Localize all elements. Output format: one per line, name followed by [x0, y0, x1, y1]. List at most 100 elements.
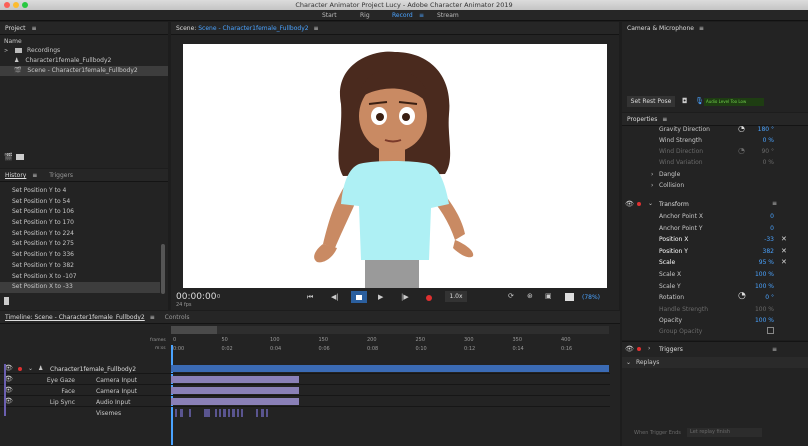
transform-menu-icon[interactable]: ≡	[772, 200, 777, 207]
history-item[interactable]: Set Position X to -107	[0, 272, 160, 283]
history-item[interactable]: Set Position Y to 54	[0, 197, 160, 208]
step-forward-button[interactable]: |▶	[401, 293, 409, 301]
collision-expand-icon[interactable]: ›	[651, 182, 653, 189]
minimize-window-button[interactable]	[13, 2, 19, 8]
zoom-level[interactable]: (78%)	[582, 294, 600, 301]
scale-y-value[interactable]: 100 %	[724, 283, 774, 290]
properties-menu-icon[interactable]: ≡	[662, 116, 667, 123]
timeline-zoom-bar[interactable]	[171, 326, 609, 334]
history-menu-icon[interactable]: ≡	[32, 172, 37, 179]
tab-controls[interactable]: Controls	[165, 314, 190, 321]
timeline-ruler[interactable]: 0 50 100 150 200 250 300 350 400 0:00 0:02 0:04 0:06…	[171, 336, 609, 354]
mode-stream[interactable]: Stream	[437, 10, 459, 21]
record-button[interactable]	[426, 295, 432, 301]
replays-header[interactable]: ⌄ Replays	[622, 357, 808, 368]
dangle-group[interactable]: Dangle	[659, 171, 680, 178]
transform-arm-icon[interactable]	[637, 202, 641, 206]
project-menu-icon[interactable]: ≡	[31, 25, 36, 32]
wind-variation-value[interactable]: 0 %	[724, 159, 774, 166]
tab-timeline[interactable]: Timeline: Scene - Character1female_Fullb…	[5, 314, 145, 321]
handle-strength-value[interactable]: 100 %	[724, 306, 774, 313]
reset-scale-icon[interactable]: ✕	[781, 258, 787, 266]
project-item-recordings[interactable]: > Recordings	[0, 46, 168, 56]
transform-visibility-icon[interactable]: 👁	[625, 200, 634, 208]
triggers-menu-icon[interactable]: ≡	[772, 346, 777, 353]
history-item[interactable]: Set Position Y to 4	[0, 186, 160, 197]
mode-menu-icon[interactable]: ≡	[419, 10, 424, 21]
bookmark-icon[interactable]	[4, 297, 9, 305]
mode-record[interactable]: Record	[392, 10, 413, 21]
new-folder-icon[interactable]	[16, 154, 24, 160]
position-y-value[interactable]: 382	[724, 248, 774, 255]
history-scrollbar[interactable]	[161, 244, 165, 294]
scene-stage[interactable]	[183, 44, 607, 288]
track-row[interactable]: 👁 Eye Gaze Camera Input	[0, 375, 610, 385]
collision-group[interactable]: Collision	[659, 182, 684, 189]
capture-icon[interactable]: ⊛	[527, 292, 533, 300]
anchor-point-y-value[interactable]: 0	[724, 225, 774, 232]
triggers-visibility-icon[interactable]: 👁	[625, 345, 634, 353]
transform-collapse-icon[interactable]: ⌄	[648, 200, 653, 207]
wind-strength-value[interactable]: 0 %	[724, 137, 774, 144]
microphone-icon[interactable]: 🎙	[695, 97, 704, 105]
track-row[interactable]: 👁 ⌄ ♟ Character1female_Fullbody2	[0, 364, 610, 374]
eye-gaze-take-bar[interactable]	[171, 376, 299, 383]
reset-position-x-icon[interactable]: ✕	[781, 235, 787, 243]
lip-sync-take-bar[interactable]	[171, 398, 299, 405]
go-to-start-button[interactable]: ⏮	[307, 293, 313, 302]
background-color-icon[interactable]	[565, 293, 574, 301]
reset-position-y-icon[interactable]: ✕	[781, 247, 787, 255]
track-row[interactable]: 👁 Face Camera Input	[0, 386, 610, 396]
triggers-arm-icon[interactable]	[637, 347, 641, 351]
history-item[interactable]: Set Position Y to 106	[0, 207, 160, 218]
triggers-group[interactable]: Triggers	[659, 346, 683, 353]
history-item[interactable]: Set Position Y to 336	[0, 250, 160, 261]
set-rest-pose-button[interactable]: Set Rest Pose	[627, 96, 675, 107]
speed-selector[interactable]: 1.0x	[445, 291, 467, 302]
zoom-window-button[interactable]	[22, 2, 28, 8]
step-back-button[interactable]: ◀|	[331, 293, 339, 301]
history-item[interactable]: Set Position Y to 170	[0, 218, 160, 229]
track-row[interactable]: 👁 Lip Sync Audio Input	[0, 397, 610, 407]
mode-rig[interactable]: Rig	[360, 10, 370, 21]
character-puppet[interactable]	[183, 44, 607, 288]
position-x-value[interactable]: -33	[724, 236, 774, 243]
preview-icon[interactable]: ▣	[545, 292, 552, 300]
new-scene-icon[interactable]: 🎬	[4, 153, 13, 161]
timeline-menu-icon[interactable]: ≡	[150, 314, 155, 321]
triggers-expand-icon[interactable]: ›	[648, 345, 650, 352]
opacity-value[interactable]: 100 %	[724, 317, 774, 324]
close-window-button[interactable]	[4, 2, 10, 8]
face-take-bar[interactable]	[171, 387, 299, 394]
wind-direction-value[interactable]: 90 °	[724, 148, 774, 155]
loop-icon[interactable]: ⟳	[508, 292, 514, 300]
tab-triggers[interactable]: Triggers	[49, 172, 73, 179]
mode-start[interactable]: Start	[322, 10, 337, 21]
track-row[interactable]: Visemes	[0, 408, 610, 418]
timeline-zoom-handle[interactable]	[171, 326, 217, 334]
gravity-direction-value[interactable]: 180 °	[724, 126, 774, 133]
dangle-expand-icon[interactable]: ›	[651, 171, 653, 178]
play-button[interactable]: ▶	[378, 293, 383, 301]
anchor-point-x-value[interactable]: 0	[724, 213, 774, 220]
visemes-track[interactable]	[171, 409, 271, 417]
track-arm-icon[interactable]	[18, 367, 22, 371]
camera-toggle-icon[interactable]: ◘	[682, 97, 688, 105]
tab-history[interactable]: History	[5, 172, 26, 179]
scale-x-value[interactable]: 100 %	[724, 271, 774, 278]
trigger-end-dropdown[interactable]: Let replay finish	[687, 428, 762, 437]
puppet-track-bar[interactable]	[171, 365, 609, 372]
scene-menu-icon[interactable]: ≡	[313, 25, 318, 32]
history-item[interactable]: Set Position Y to 382	[0, 261, 160, 272]
transform-group[interactable]: Transform	[659, 201, 689, 208]
group-opacity-checkbox[interactable]	[767, 327, 774, 334]
scale-value[interactable]: 95 %	[724, 259, 774, 266]
history-item[interactable]: Set Position Y to 224	[0, 229, 160, 240]
history-item-selected[interactable]: Set Position X to -33	[0, 282, 160, 293]
track-collapse-icon[interactable]: ⌄	[28, 365, 33, 372]
rotation-value[interactable]: 0 °	[724, 294, 774, 301]
camera-menu-icon[interactable]: ≡	[699, 25, 704, 32]
history-item[interactable]: Set Position Y to 275	[0, 239, 160, 250]
project-item-puppet[interactable]: ♟ Character1female_Fullbody2	[0, 56, 168, 66]
project-item-scene[interactable]: 🎬 Scene - Character1female_Fullbody2	[0, 66, 168, 76]
